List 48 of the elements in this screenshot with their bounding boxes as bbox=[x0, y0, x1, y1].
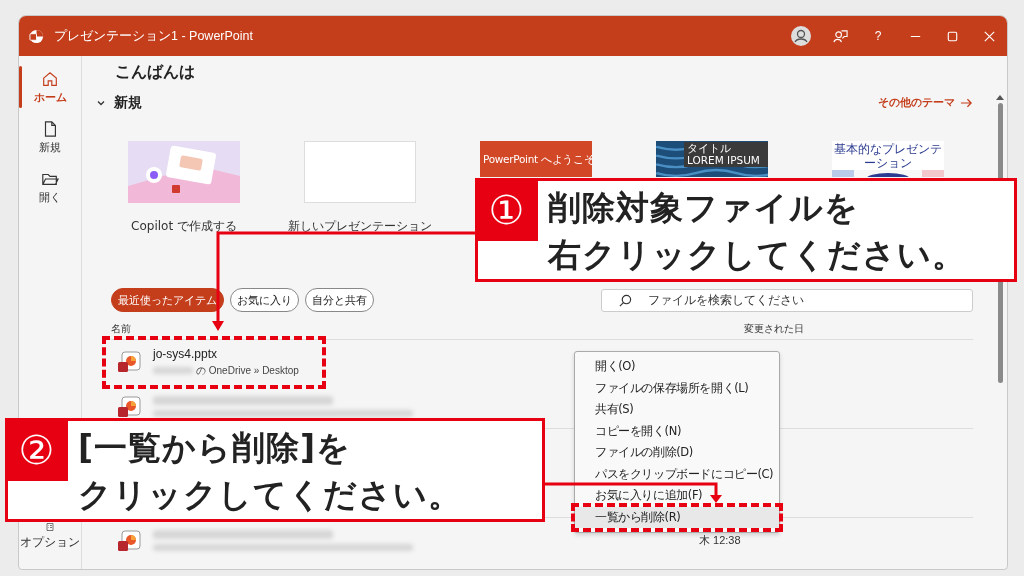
step-number: ② bbox=[5, 418, 68, 481]
filter-tab[interactable]: 自分と共有 bbox=[305, 288, 374, 312]
file-name: jo-sys4.pptx bbox=[153, 346, 219, 361]
greeting: こんばんは bbox=[115, 62, 196, 83]
template-thumbnail[interactable] bbox=[304, 141, 416, 203]
template-caption: 新しいプレゼンテーション bbox=[288, 218, 432, 235]
instruction-text: [一覧から削除]を bbox=[78, 427, 353, 469]
avatar-icon[interactable] bbox=[791, 26, 811, 46]
instruction-text: クリックしてください。 bbox=[78, 474, 462, 516]
menu-item[interactable]: ファイルの削除(D) bbox=[575, 442, 779, 464]
nav-item[interactable]: 新規 bbox=[19, 112, 81, 162]
menu-item[interactable]: お気に入りに追加(F) bbox=[575, 485, 779, 507]
menu-item[interactable]: ファイルの保存場所を開く(L) bbox=[575, 377, 779, 399]
section-title: 新規 bbox=[114, 94, 142, 112]
template-caption: Copilot で作成する bbox=[131, 218, 237, 235]
menu-item[interactable]: 開く(O) bbox=[575, 356, 779, 378]
more-themes-link[interactable]: その他のテーマ bbox=[878, 96, 973, 110]
pptx-file-icon bbox=[117, 528, 141, 553]
file-location: の OneDrive » Desktop bbox=[196, 363, 299, 378]
nav-item[interactable]: 開く bbox=[19, 162, 81, 212]
instruction-text: 右クリックしてください。 bbox=[548, 234, 966, 276]
arrow-icon bbox=[960, 98, 973, 108]
chevron-icon[interactable] bbox=[96, 98, 106, 108]
help-button[interactable]: ? bbox=[870, 29, 886, 43]
filter-tab[interactable]: 最近使ったアイテム bbox=[111, 288, 224, 312]
menu-item[interactable]: 共有(S) bbox=[575, 399, 779, 421]
list-icon bbox=[43, 522, 57, 532]
search-icon bbox=[619, 293, 632, 307]
column-header: 変更された日 bbox=[744, 322, 804, 336]
filter-tab[interactable]: お気に入り bbox=[230, 288, 299, 312]
slide-title: タイトル LOREM IPSUM bbox=[684, 142, 768, 167]
blurred-text bbox=[153, 367, 193, 375]
app-icon bbox=[29, 28, 44, 44]
scroll-up-icon[interactable] bbox=[996, 94, 1004, 100]
slide-title: 基本的なプレゼンテーション bbox=[833, 141, 943, 170]
step-number: ① bbox=[475, 178, 538, 241]
column-header: 名前 bbox=[111, 322, 131, 336]
home-icon bbox=[41, 69, 59, 88]
instruction-text: 削除対象ファイルを bbox=[548, 187, 860, 229]
menu-item[interactable]: パスをクリップボードにコピー(C) bbox=[575, 463, 779, 485]
menu-item[interactable]: コピーを開く(N) bbox=[575, 420, 779, 442]
window-title: プレゼンテーション1 - PowerPoint bbox=[54, 27, 253, 45]
nav-item[interactable]: オプション bbox=[19, 522, 81, 551]
nav-item[interactable]: ホーム bbox=[19, 62, 81, 112]
modified-date: 木 12:38 bbox=[699, 533, 741, 549]
search-field[interactable]: ファイルを検索してください bbox=[601, 288, 973, 312]
pptx-file-icon bbox=[117, 350, 141, 375]
feedback-icon[interactable] bbox=[833, 28, 848, 44]
